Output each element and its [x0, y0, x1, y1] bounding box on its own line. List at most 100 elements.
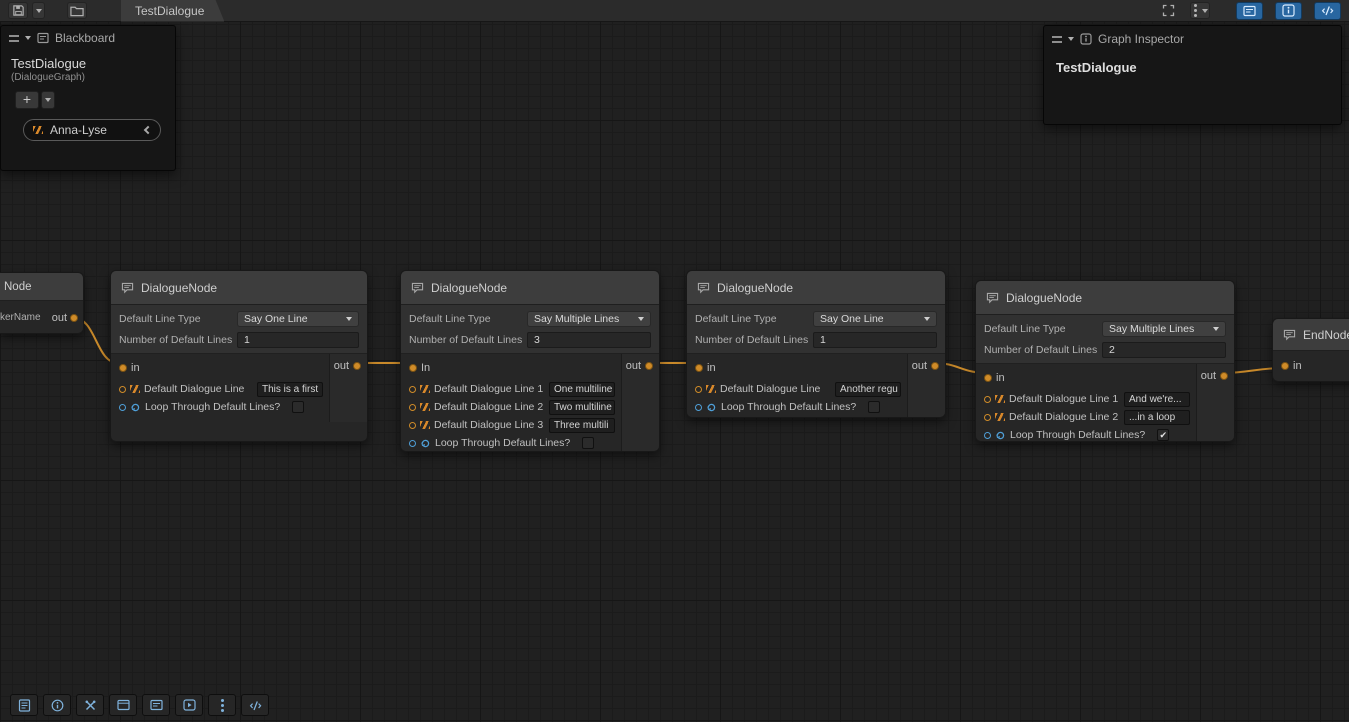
line-value-field[interactable]: One multiline — [549, 382, 615, 397]
line-type-dropdown[interactable]: Say One Line — [813, 311, 937, 327]
line-value-field[interactable]: This is a first — [257, 382, 323, 397]
num-lines-field[interactable]: 1 — [813, 332, 937, 348]
line-value-field[interactable]: Three multili — [549, 418, 615, 433]
line-value-field[interactable]: Two multiline — [549, 400, 615, 415]
num-lines-field[interactable]: 1 — [237, 332, 359, 348]
out-port[interactable] — [70, 314, 78, 322]
panel-title: Blackboard — [55, 31, 115, 45]
window-button[interactable] — [109, 694, 137, 716]
line-value-field[interactable]: ...in a loop — [1124, 410, 1190, 425]
folder-icon — [70, 5, 84, 17]
node-properties: Default Line Type Say One Line Number of… — [687, 305, 945, 354]
more-options-button[interactable] — [1190, 2, 1210, 19]
bool-port[interactable] — [409, 440, 416, 447]
loop-label: Loop Through Default Lines? — [145, 401, 280, 413]
top-toolbar: TestDialogue — [0, 0, 1349, 22]
tools-button[interactable] — [76, 694, 104, 716]
out-port[interactable] — [353, 362, 361, 370]
end-node[interactable]: EndNode in — [1272, 318, 1349, 382]
dialogue-node-2[interactable]: DialogueNode Default Line Type Say Multi… — [400, 270, 660, 452]
chevron-down-icon — [1213, 327, 1219, 331]
string-port[interactable] — [119, 386, 126, 393]
code-button[interactable] — [241, 694, 269, 716]
in-port-label: in — [131, 362, 140, 374]
in-port[interactable] — [695, 364, 703, 372]
string-port[interactable] — [695, 386, 702, 393]
window-icon — [117, 699, 130, 711]
collapse-caret-icon[interactable] — [25, 36, 31, 40]
blackboard-toggle-button[interactable] — [1236, 2, 1263, 20]
line-value-field[interactable]: And we're... — [1124, 392, 1190, 407]
node-properties: Default Line Type Say One Line Number of… — [111, 305, 367, 354]
string-port[interactable] — [409, 404, 416, 411]
out-port[interactable] — [645, 362, 653, 370]
save-button[interactable] — [8, 2, 28, 19]
document-button[interactable] — [10, 694, 38, 716]
open-asset-button[interactable] — [67, 2, 87, 19]
code-preview-toggle-button[interactable] — [1314, 2, 1341, 20]
loop-checkbox[interactable] — [582, 437, 594, 449]
out-port[interactable] — [1220, 372, 1228, 380]
loop-checkbox[interactable] — [292, 401, 304, 413]
dialogue-node-1[interactable]: DialogueNode Default Line Type Say One L… — [110, 270, 368, 442]
end-node-icon — [1283, 329, 1296, 341]
add-property-caret[interactable] — [41, 91, 55, 109]
node-title-bar[interactable]: Node — [0, 273, 83, 301]
in-port[interactable] — [409, 364, 417, 372]
string-port[interactable] — [984, 414, 991, 421]
frame-all-button[interactable] — [1158, 2, 1178, 19]
string-port[interactable] — [984, 396, 991, 403]
loop-label: Loop Through Default Lines? — [1010, 429, 1145, 441]
bool-port[interactable] — [119, 404, 126, 411]
num-lines-field[interactable]: 2 — [1102, 342, 1226, 358]
play-button[interactable] — [175, 694, 203, 716]
loop-checkbox[interactable]: ✔ — [1157, 429, 1169, 441]
graph-inspector-panel: Graph Inspector TestDialogue — [1043, 25, 1342, 125]
loop-checkbox[interactable] — [868, 401, 880, 413]
bool-port[interactable] — [695, 404, 702, 411]
in-port[interactable] — [119, 364, 127, 372]
graph-inspector-header[interactable]: Graph Inspector — [1044, 26, 1341, 52]
dialogue-node-3[interactable]: DialogueNode Default Line Type Say One L… — [686, 270, 946, 418]
tab-testdialogue[interactable]: TestDialogue — [121, 0, 224, 22]
string-port[interactable] — [409, 422, 416, 429]
node-title-bar[interactable]: DialogueNode — [687, 271, 945, 305]
blackboard-header[interactable]: Blackboard — [1, 26, 175, 50]
menu-icon[interactable] — [9, 35, 19, 42]
panel-title: Graph Inspector — [1098, 32, 1184, 46]
node-title-bar[interactable]: DialogueNode — [401, 271, 659, 305]
in-port[interactable] — [1281, 362, 1289, 370]
line-type-dropdown[interactable]: Say One Line — [237, 311, 359, 327]
dialogue-node-4[interactable]: DialogueNode Default Line Type Say Multi… — [975, 280, 1235, 442]
more-button[interactable] — [208, 694, 236, 716]
quote-icon — [995, 395, 1005, 403]
info-button[interactable] — [43, 694, 71, 716]
save-options-button[interactable] — [32, 2, 45, 19]
blackboard-field-anna-lyse[interactable]: Anna-Lyse — [23, 119, 161, 141]
out-port[interactable] — [931, 362, 939, 370]
in-port[interactable] — [984, 374, 992, 382]
node-title-bar[interactable]: EndNode — [1273, 319, 1349, 351]
prop-label: Default Line Type — [695, 313, 813, 325]
line-type-dropdown[interactable]: Say Multiple Lines — [527, 311, 651, 327]
num-lines-field[interactable]: 3 — [527, 332, 651, 348]
add-property-button[interactable]: + — [15, 91, 39, 109]
graph-canvas[interactable]: Node kerName out DialogueNode Default Li… — [0, 0, 1349, 722]
in-port-label: in — [996, 372, 1005, 384]
line-value-field[interactable]: Another regu — [835, 382, 901, 397]
menu-icon[interactable] — [1052, 36, 1062, 43]
collapse-caret-icon[interactable] — [1068, 37, 1074, 41]
loop-icon — [706, 402, 717, 413]
quote-icon — [420, 403, 430, 411]
line-label: Default Dialogue Line 3 — [434, 419, 543, 431]
bool-port[interactable] — [984, 432, 991, 439]
blackboard-button[interactable] — [142, 694, 170, 716]
node-title-bar[interactable]: DialogueNode — [111, 271, 367, 305]
inspector-icon — [1080, 33, 1092, 45]
line-type-dropdown[interactable]: Say Multiple Lines — [1102, 321, 1226, 337]
inspector-toggle-button[interactable] — [1275, 2, 1302, 20]
start-node[interactable]: Node kerName out — [0, 272, 84, 334]
node-title-bar[interactable]: DialogueNode — [976, 281, 1234, 315]
chevron-left-icon[interactable] — [144, 126, 152, 134]
string-port[interactable] — [409, 386, 416, 393]
